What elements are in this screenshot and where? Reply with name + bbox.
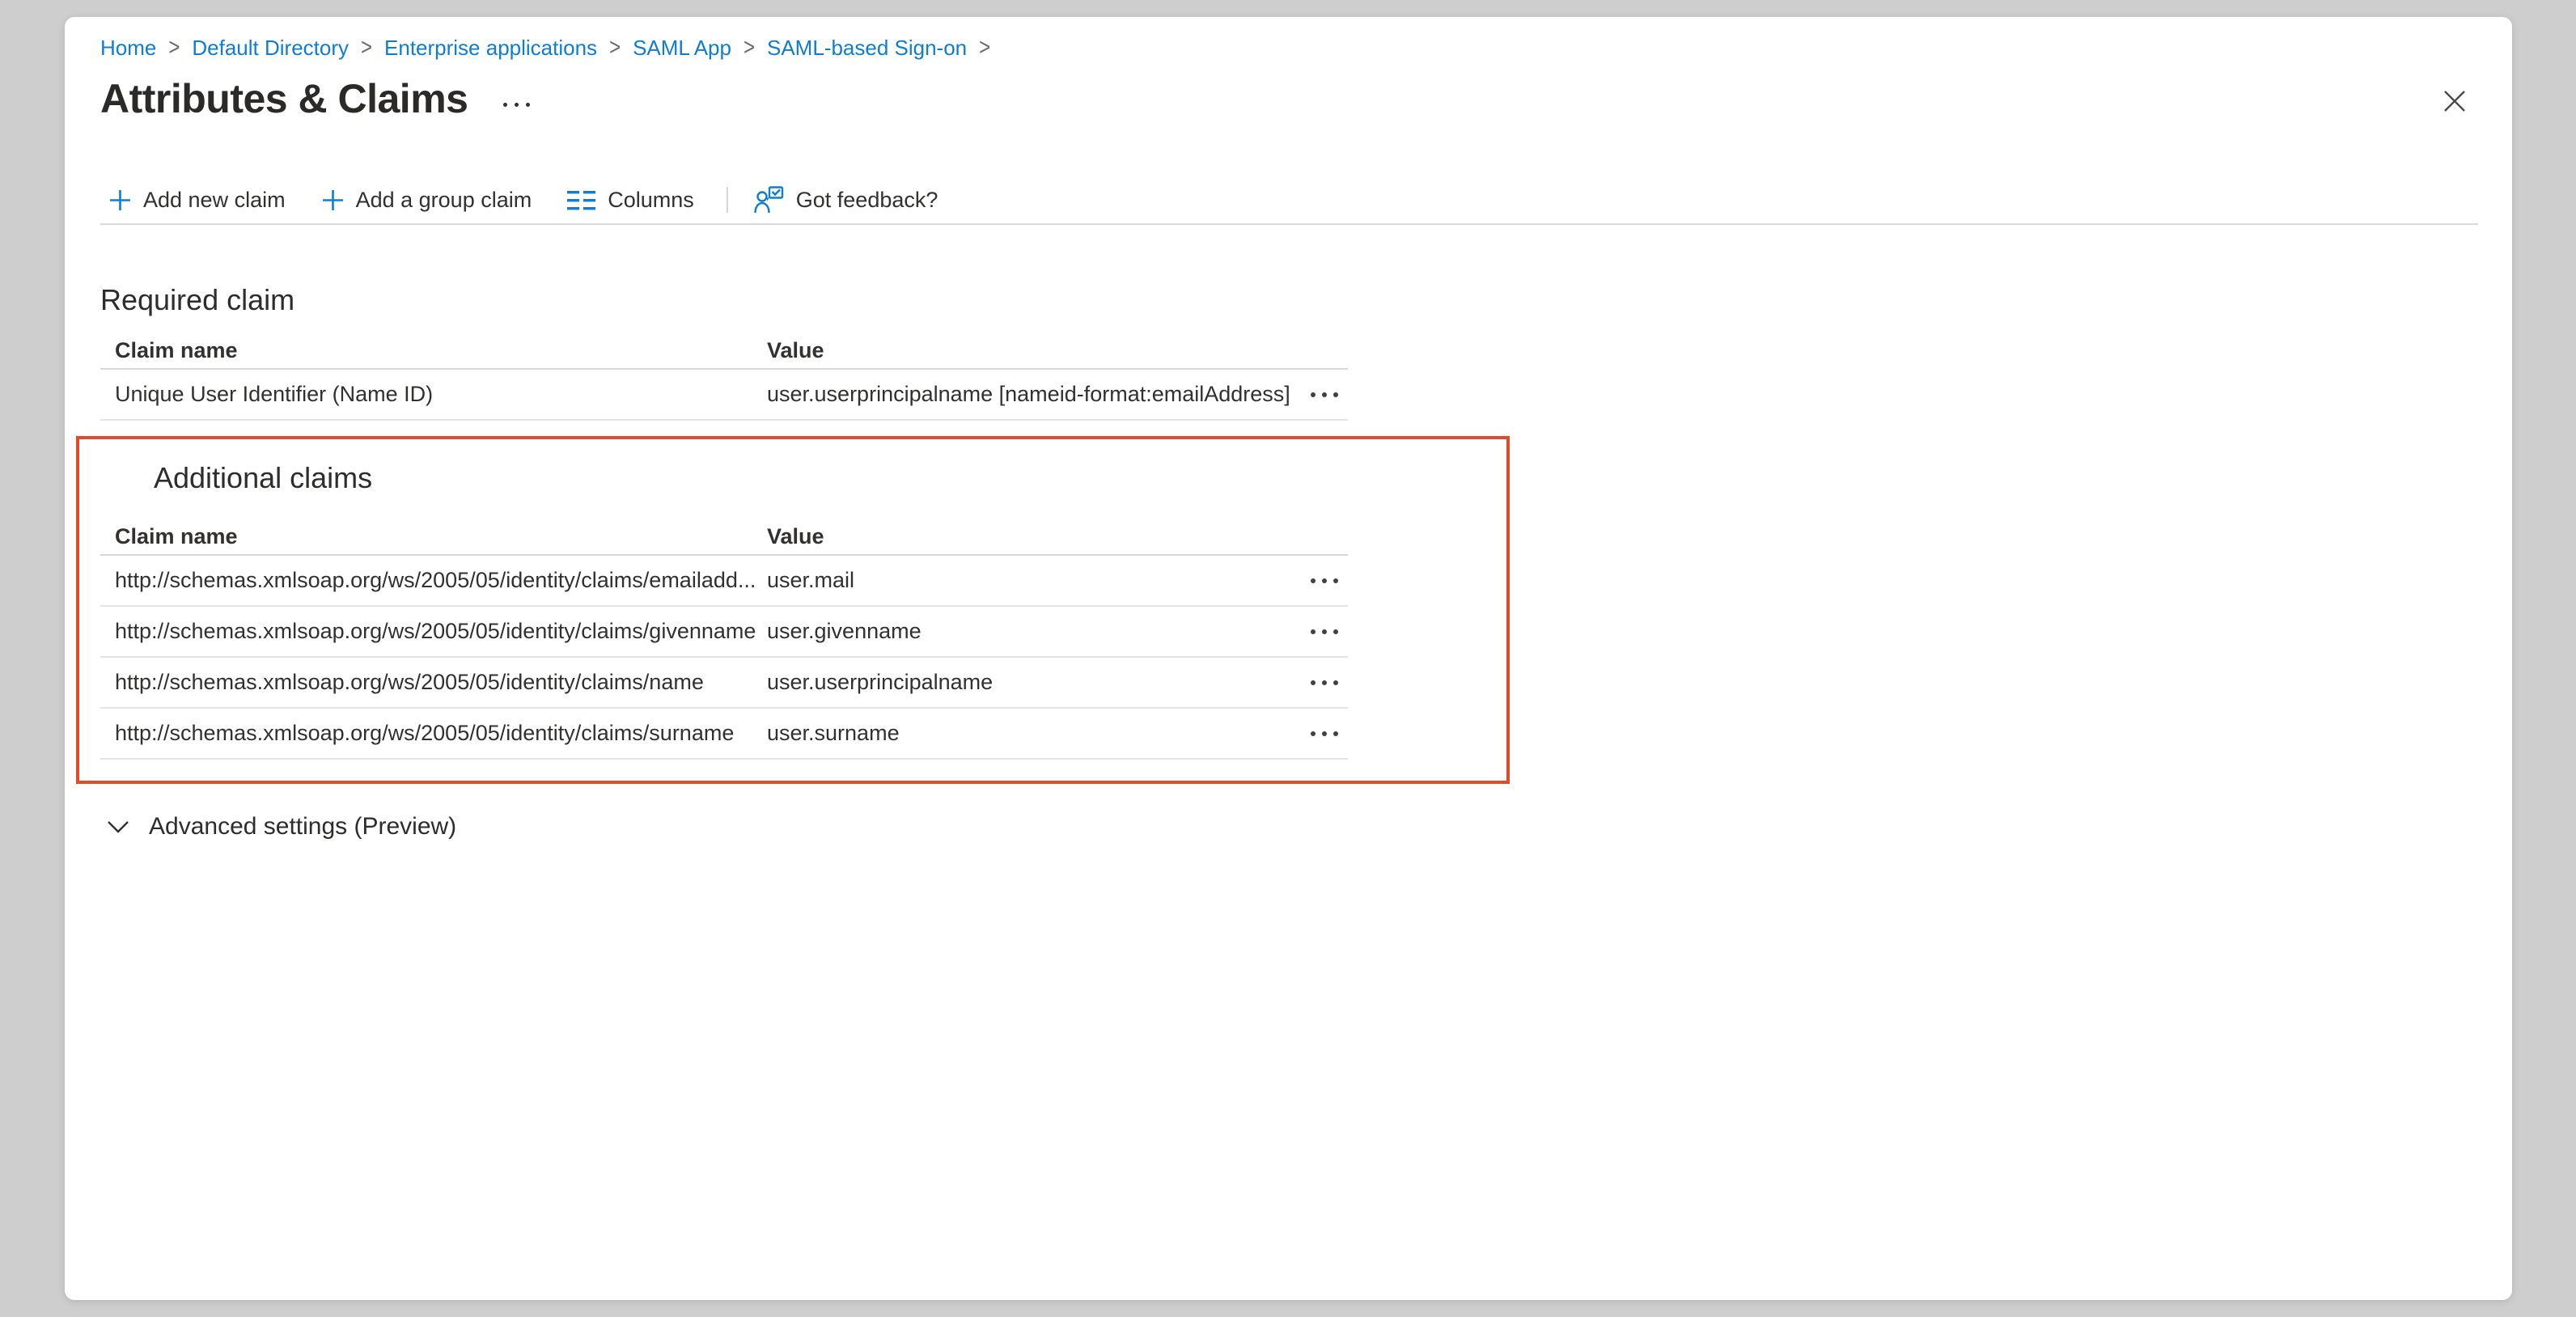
add-new-claim-button[interactable]: Add new claim <box>100 183 294 218</box>
chevron-down-icon <box>107 819 129 834</box>
claim-name-cell: Unique User Identifier (Name ID) <box>100 382 767 407</box>
claim-value-cell: user.userprincipalname <box>767 670 1304 695</box>
toolbar-divider <box>727 187 728 213</box>
toolbar-rule <box>100 223 2478 225</box>
plus-icon <box>108 188 132 212</box>
row-more-icon[interactable] <box>1304 674 1345 692</box>
required-claim-table: Claim name Value Unique User Identifier … <box>100 332 1348 421</box>
claim-value-cell: user.mail <box>767 568 1304 593</box>
additional-claims-table: Claim name Value http://schemas.xmlsoap.… <box>100 519 1348 760</box>
page-title: Attributes & Claims <box>100 74 468 124</box>
additional-claims-heading: Additional claims <box>154 460 372 496</box>
add-group-claim-label: Add a group claim <box>356 188 532 213</box>
table-row[interactable]: Unique User Identifier (Name ID) user.us… <box>100 370 1348 421</box>
breadcrumb: Home > Default Directory > Enterprise ap… <box>100 35 1002 61</box>
claim-value-cell: user.surname <box>767 721 1304 746</box>
command-bar: Add new claim Add a group claim Columns <box>100 181 965 218</box>
row-more-icon[interactable] <box>1304 386 1345 404</box>
plus-icon <box>321 188 345 212</box>
claim-value-cell: user.userprincipalname [nameid-format:em… <box>767 382 1304 407</box>
add-group-claim-button[interactable]: Add a group claim <box>313 183 540 218</box>
breadcrumb-separator-icon: > <box>168 32 180 64</box>
columns-button[interactable]: Columns <box>559 183 702 218</box>
add-new-claim-label: Add new claim <box>143 188 286 213</box>
close-button[interactable] <box>2435 82 2474 121</box>
claim-name-cell: http://schemas.xmlsoap.org/ws/2005/05/id… <box>100 721 767 746</box>
columns-icon <box>567 189 596 211</box>
table-row[interactable]: http://schemas.xmlsoap.org/ws/2005/05/id… <box>100 709 1348 760</box>
claim-name-cell: http://schemas.xmlsoap.org/ws/2005/05/id… <box>100 568 767 593</box>
breadcrumb-default-directory[interactable]: Default Directory <box>192 35 349 61</box>
context-menu-icon[interactable] <box>498 98 535 112</box>
breadcrumb-enterprise-applications[interactable]: Enterprise applications <box>384 35 597 61</box>
claim-value-cell: user.givenname <box>767 619 1304 644</box>
row-more-icon[interactable] <box>1304 572 1345 590</box>
claim-name-cell: http://schemas.xmlsoap.org/ws/2005/05/id… <box>100 670 767 695</box>
row-more-icon[interactable] <box>1304 725 1345 743</box>
table-row[interactable]: http://schemas.xmlsoap.org/ws/2005/05/id… <box>100 658 1348 709</box>
breadcrumb-home[interactable]: Home <box>100 35 156 61</box>
page-header: Attributes & Claims <box>100 74 535 124</box>
breadcrumb-separator-icon: > <box>979 32 990 64</box>
row-more-icon[interactable] <box>1304 623 1345 641</box>
table-row[interactable]: http://schemas.xmlsoap.org/ws/2005/05/id… <box>100 556 1348 607</box>
column-header-value: Value <box>767 524 1304 549</box>
column-header-claim-name: Claim name <box>100 524 767 549</box>
advanced-settings-label: Advanced settings (Preview) <box>149 813 456 841</box>
column-header-claim-name: Claim name <box>100 338 767 363</box>
got-feedback-button[interactable]: Got feedback? <box>746 181 947 218</box>
got-feedback-label: Got feedback? <box>796 188 938 213</box>
feedback-person-icon <box>754 186 785 214</box>
table-header-row: Claim name Value <box>100 519 1348 556</box>
breadcrumb-separator-icon: > <box>609 32 621 64</box>
column-header-value: Value <box>767 338 1304 363</box>
columns-label: Columns <box>608 188 694 213</box>
claim-name-cell: http://schemas.xmlsoap.org/ws/2005/05/id… <box>100 619 767 644</box>
attributes-claims-panel: Home > Default Directory > Enterprise ap… <box>65 17 2512 1300</box>
required-claim-heading: Required claim <box>100 282 294 318</box>
close-icon <box>2443 89 2467 113</box>
table-header-row: Claim name Value <box>100 332 1348 370</box>
advanced-settings-toggle[interactable]: Advanced settings (Preview) <box>100 810 463 844</box>
breadcrumb-saml-app[interactable]: SAML App <box>633 35 731 61</box>
table-row[interactable]: http://schemas.xmlsoap.org/ws/2005/05/id… <box>100 607 1348 658</box>
page-background: Home > Default Directory > Enterprise ap… <box>0 0 2576 1317</box>
breadcrumb-separator-icon: > <box>744 32 755 64</box>
breadcrumb-saml-based-sign-on[interactable]: SAML-based Sign-on <box>767 35 967 61</box>
breadcrumb-separator-icon: > <box>361 32 372 64</box>
